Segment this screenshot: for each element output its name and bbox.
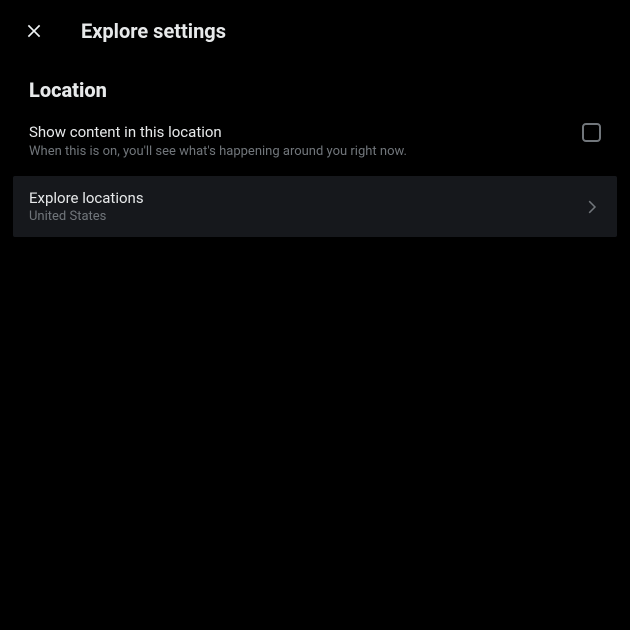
show-content-description: When this is on, you'll see what's happe…	[29, 144, 570, 160]
explore-locations-row[interactable]: Explore locations United States	[13, 176, 617, 237]
header: Explore settings	[13, 0, 617, 62]
show-content-checkbox[interactable]	[582, 123, 601, 142]
show-content-label: Show content in this location	[29, 122, 570, 142]
show-content-setting: Show content in this location When this …	[13, 110, 617, 172]
explore-locations-value: United States	[29, 209, 583, 225]
page-title: Explore settings	[81, 19, 226, 43]
close-icon	[24, 21, 44, 41]
explore-locations-text: Explore locations United States	[29, 188, 583, 225]
show-content-text: Show content in this location When this …	[29, 122, 570, 160]
close-button[interactable]	[17, 14, 51, 48]
chevron-right-icon	[583, 198, 601, 216]
explore-locations-label: Explore locations	[29, 188, 583, 208]
section-title-location: Location	[13, 62, 617, 110]
explore-settings-panel: Explore settings Location Show content i…	[0, 0, 630, 630]
